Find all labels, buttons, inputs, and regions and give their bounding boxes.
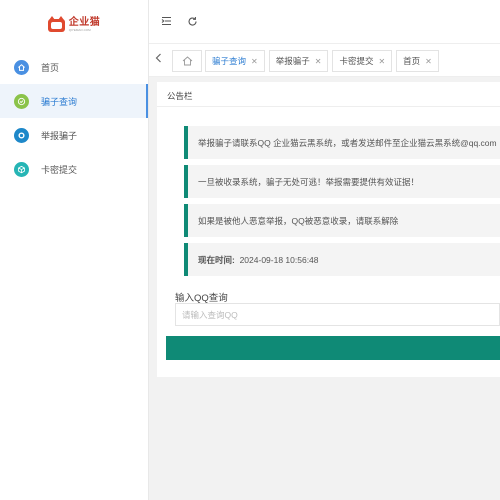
- tab-label: 骗子查询: [212, 56, 247, 66]
- sidebar-item-label: 首页: [41, 62, 60, 73]
- tab-home[interactable]: 首页 ✕: [396, 50, 439, 72]
- time-notice: 现在时间: 2024-09-18 10:56:48: [184, 243, 500, 276]
- brand-tagline: QIYEMAO.COM: [68, 28, 91, 32]
- qq-query-label: 输入QQ查询: [175, 293, 228, 304]
- sidebar-item-label: 举报骗子: [41, 130, 78, 141]
- ring-icon: [14, 127, 29, 143]
- close-icon[interactable]: ✕: [378, 57, 385, 66]
- brand-name: 企业猫: [68, 17, 101, 28]
- notice-text: 一旦被收录系统，骗子无处可逃！举报需要提供有效证据！: [198, 177, 420, 187]
- notice-text: 举报骗子请联系QQ 企业猫云黑系统，或者发送邮件至企业猫云黑系统@qq.com: [198, 138, 497, 148]
- top-header: [149, 0, 500, 44]
- menu-fold-icon[interactable]: [159, 14, 173, 28]
- sidebar: 企业猫 QIYEMAO.COM 首页 骗子查询 举报骗子 卡密提交: [0, 0, 149, 500]
- refresh-icon[interactable]: [185, 14, 199, 28]
- sidebar-item-home[interactable]: 首页: [0, 50, 148, 84]
- close-icon[interactable]: ✕: [251, 57, 258, 66]
- notice-item: 一旦被收录系统，骗子无处可逃！举报需要提供有效证据！: [184, 165, 500, 198]
- tab-scammer-query[interactable]: 骗子查询 ✕: [205, 50, 265, 72]
- announcement-panel: 公告栏 举报骗子请联系QQ 企业猫云黑系统，或者发送邮件至企业猫云黑系统@qq.…: [157, 82, 500, 377]
- sidebar-item-scammer-query[interactable]: 骗子查询: [0, 84, 148, 118]
- close-icon[interactable]: ✕: [425, 57, 432, 66]
- close-icon[interactable]: ✕: [315, 57, 322, 66]
- query-submit-button[interactable]: [166, 336, 500, 360]
- home-icon: [182, 56, 192, 66]
- check-icon: [14, 93, 29, 109]
- tab-home-icon-button[interactable]: [172, 50, 202, 72]
- qq-search-input[interactable]: [175, 303, 500, 326]
- sidebar-item-label: 骗子查询: [41, 96, 78, 107]
- notice-item: 举报骗子请联系QQ 企业猫云黑系统，或者发送邮件至企业猫云黑系统@qq.com: [184, 126, 500, 159]
- notice-item: 如果是被他人恶意举报，QQ被恶意收录，请联系解除: [184, 204, 500, 237]
- open-tabs: 骗子查询 ✕ 举报骗子 ✕ 卡密提交 ✕ 首页 ✕: [205, 50, 439, 72]
- time-value: 2024-09-18 10:56:48: [239, 255, 319, 265]
- tab-label: 卡密提交: [339, 56, 374, 66]
- tabs-scroll-left-icon[interactable]: [155, 52, 165, 68]
- tab-card-submit[interactable]: 卡密提交 ✕: [332, 50, 393, 72]
- cube-icon: [14, 161, 29, 177]
- tab-report-scammer[interactable]: 举报骗子 ✕: [268, 50, 329, 72]
- notice-text: 如果是被他人恶意举报，QQ被恶意收录，请联系解除: [198, 216, 399, 226]
- home-icon: [14, 59, 29, 75]
- tab-label: 举报骗子: [275, 56, 310, 66]
- sidebar-item-report-scammer[interactable]: 举报骗子: [0, 118, 148, 152]
- sidebar-item-card-submit[interactable]: 卡密提交: [0, 152, 148, 186]
- cat-logo-icon: [47, 15, 65, 32]
- time-label: 现在时间:: [198, 255, 235, 265]
- brand-logo[interactable]: 企业猫 QIYEMAO.COM: [0, 0, 148, 50]
- sidebar-item-label: 卡密提交: [41, 164, 78, 175]
- tab-label: 首页: [403, 56, 421, 66]
- divider: [157, 106, 500, 107]
- tab-bar: 骗子查询 ✕ 举报骗子 ✕ 卡密提交 ✕ 首页 ✕: [149, 44, 500, 77]
- panel-title: 公告栏: [167, 91, 193, 101]
